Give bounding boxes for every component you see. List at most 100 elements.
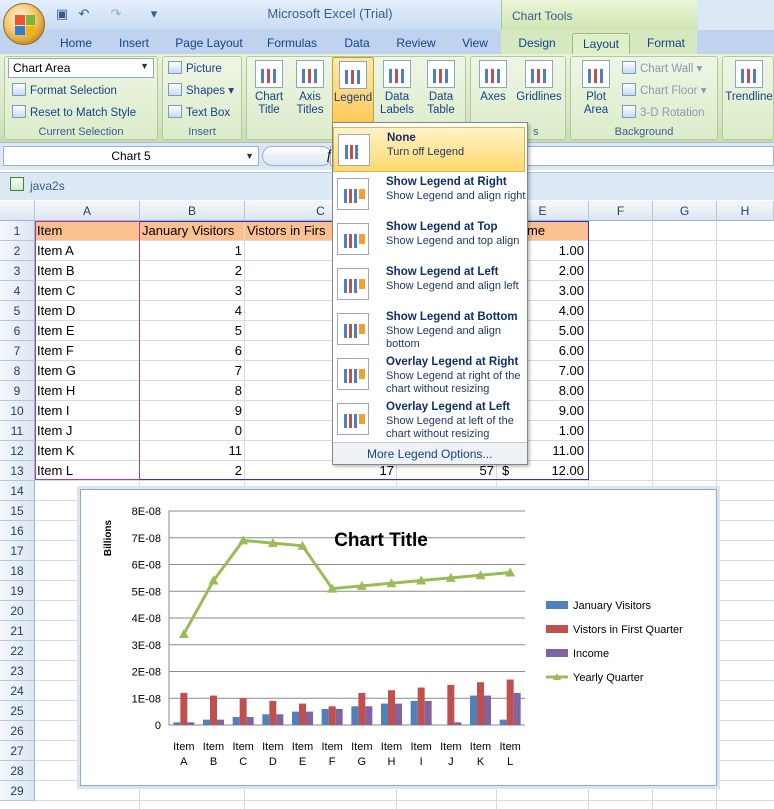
row-header[interactable]: 4 [0, 281, 35, 301]
row-header[interactable]: 23 [0, 661, 35, 681]
row-header[interactable]: 18 [0, 561, 35, 581]
row-header[interactable]: 16 [0, 521, 35, 541]
cell-income[interactable]: 4.00 [528, 301, 586, 320]
legend-menu-item[interactable]: Overlay Legend at Left Show Legend at lef… [333, 397, 525, 442]
cell-january[interactable]: 4 [140, 301, 244, 320]
cell-income[interactable]: 1.00 [528, 241, 586, 260]
customize-toolbar-icon[interactable]: ▾ [146, 6, 162, 22]
picture-button[interactable]: Picture [168, 61, 222, 75]
cell-january[interactable]: 9 [140, 401, 244, 420]
tab-page-layout[interactable]: Page Layout [168, 33, 250, 54]
undo-icon[interactable]: ↶ [76, 6, 92, 22]
legend-menu-item[interactable]: Show Legend at Right Show Legend and alig… [333, 172, 525, 217]
row-header[interactable]: 1 [0, 221, 35, 241]
rotation-button[interactable]: 3-D Rotation [622, 105, 705, 119]
header-cell-visitors[interactable]: Vistors in Firs [245, 221, 335, 240]
header-cell-january[interactable]: January Visitors [140, 221, 244, 240]
row-header[interactable]: 9 [0, 381, 35, 401]
gridlines-button[interactable]: Gridlines [514, 60, 564, 104]
cell-item[interactable]: Item F [35, 341, 139, 360]
cell-item[interactable]: Item J [35, 421, 139, 440]
column-header[interactable]: G [653, 201, 717, 221]
cell-income[interactable]: 6.00 [528, 341, 586, 360]
column-header[interactable]: F [589, 201, 653, 221]
row-header[interactable]: 10 [0, 401, 35, 421]
data-table-button[interactable]: Data Table [420, 60, 462, 117]
cell-income[interactable]: 2.00 [528, 261, 586, 280]
cell-january[interactable]: 6 [140, 341, 244, 360]
chart-floor-button[interactable]: Chart Floor ▾ [622, 83, 707, 97]
row-header[interactable]: 7 [0, 341, 35, 361]
more-legend-options[interactable]: More Legend Options... [333, 442, 527, 464]
axes-button[interactable]: Axes [474, 60, 512, 104]
row-header[interactable]: 29 [0, 781, 35, 801]
legend-menu-item[interactable]: None Turn off Legend [333, 127, 525, 172]
header-cell-income[interactable]: me [525, 221, 588, 240]
redo-icon[interactable]: ↷ [108, 6, 124, 22]
chart-wall-button[interactable]: Chart Wall ▾ [622, 61, 702, 75]
row-header[interactable]: 11 [0, 421, 35, 441]
row-header[interactable]: 5 [0, 301, 35, 321]
row-header[interactable]: 3 [0, 261, 35, 281]
cell-income[interactable]: 12.00 [528, 461, 586, 480]
axis-titles-button[interactable]: Axis Titles [290, 60, 330, 117]
format-selection-button[interactable]: Format Selection [12, 83, 117, 97]
tab-home[interactable]: Home [52, 33, 100, 54]
header-cell-item[interactable]: Item [35, 221, 139, 240]
chart-object[interactable]: 0 1E-08 2E-08 3E-08 4E-08 5E-08 6E-08 7E-08 8E-0… [80, 489, 717, 786]
row-header[interactable]: 8 [0, 361, 35, 381]
row-header[interactable]: 24 [0, 681, 35, 701]
chart-element-select[interactable]: Chart Area ▼ [8, 58, 154, 78]
row-header[interactable]: 26 [0, 721, 35, 741]
row-header[interactable]: 25 [0, 701, 35, 721]
column-header[interactable]: A [35, 201, 140, 221]
name-box[interactable]: Chart 5 ▼ [3, 146, 259, 166]
row-header[interactable]: 2 [0, 241, 35, 261]
cell-item[interactable]: Item I [35, 401, 139, 420]
save-icon[interactable]: ▣ [54, 6, 70, 22]
cell-income[interactable]: 5.00 [528, 321, 586, 340]
row-header[interactable]: 15 [0, 501, 35, 521]
cell-january[interactable]: 11 [140, 441, 244, 460]
row-header[interactable]: 13 [0, 461, 35, 481]
cell-item[interactable]: Item H [35, 381, 139, 400]
tab-review[interactable]: Review [390, 33, 442, 54]
cell-income[interactable]: 8.00 [528, 381, 586, 400]
legend-menu-item[interactable]: Show Legend at Top Show Legend and top al… [333, 217, 525, 262]
data-labels-button[interactable]: Data Labels [376, 60, 418, 117]
legend-menu-item[interactable]: Overlay Legend at Right Show Legend at ri… [333, 352, 525, 397]
cell-income[interactable]: 3.00 [528, 281, 586, 300]
tab-format[interactable]: Format [638, 33, 694, 54]
fx-icon[interactable]: f [327, 148, 331, 164]
shapes-button[interactable]: Shapes ▾ [168, 83, 234, 97]
reset-style-button[interactable]: Reset to Match Style [12, 105, 136, 119]
cell-item[interactable]: Item K [35, 441, 139, 460]
text-box-button[interactable]: Text Box [168, 105, 230, 119]
office-button[interactable] [3, 3, 45, 45]
column-header[interactable]: B [140, 201, 245, 221]
column-header[interactable]: H [717, 201, 774, 221]
cell-income[interactable]: 11.00 [528, 441, 586, 460]
row-header[interactable]: 20 [0, 601, 35, 621]
chart-title-button[interactable]: Chart Title [250, 60, 288, 117]
row-header[interactable]: 17 [0, 541, 35, 561]
cell-january[interactable]: 2 [140, 261, 244, 280]
row-header[interactable]: 6 [0, 321, 35, 341]
cell-january[interactable]: 2 [140, 461, 244, 480]
legend-menu-item[interactable]: Show Legend at Bottom Show Legend and ali… [333, 307, 525, 352]
row-header[interactable]: 12 [0, 441, 35, 461]
cell-income[interactable]: 7.00 [528, 361, 586, 380]
tab-design[interactable]: Design [510, 33, 564, 54]
row-header[interactable]: 28 [0, 761, 35, 781]
legend-button[interactable]: Legend [332, 57, 374, 123]
cell-january[interactable]: 8 [140, 381, 244, 400]
window-controls[interactable] [698, 0, 774, 30]
tab-view[interactable]: View [454, 33, 496, 54]
cell-january[interactable]: 0 [140, 421, 244, 440]
cell-january[interactable]: 1 [140, 241, 244, 260]
tab-layout[interactable]: Layout [572, 33, 630, 54]
cell-january[interactable]: 3 [140, 281, 244, 300]
legend-menu-item[interactable]: Show Legend at Left Show Legend and align… [333, 262, 525, 307]
plot-area-button[interactable]: Plot Area [576, 60, 616, 117]
tab-insert[interactable]: Insert [110, 33, 158, 54]
